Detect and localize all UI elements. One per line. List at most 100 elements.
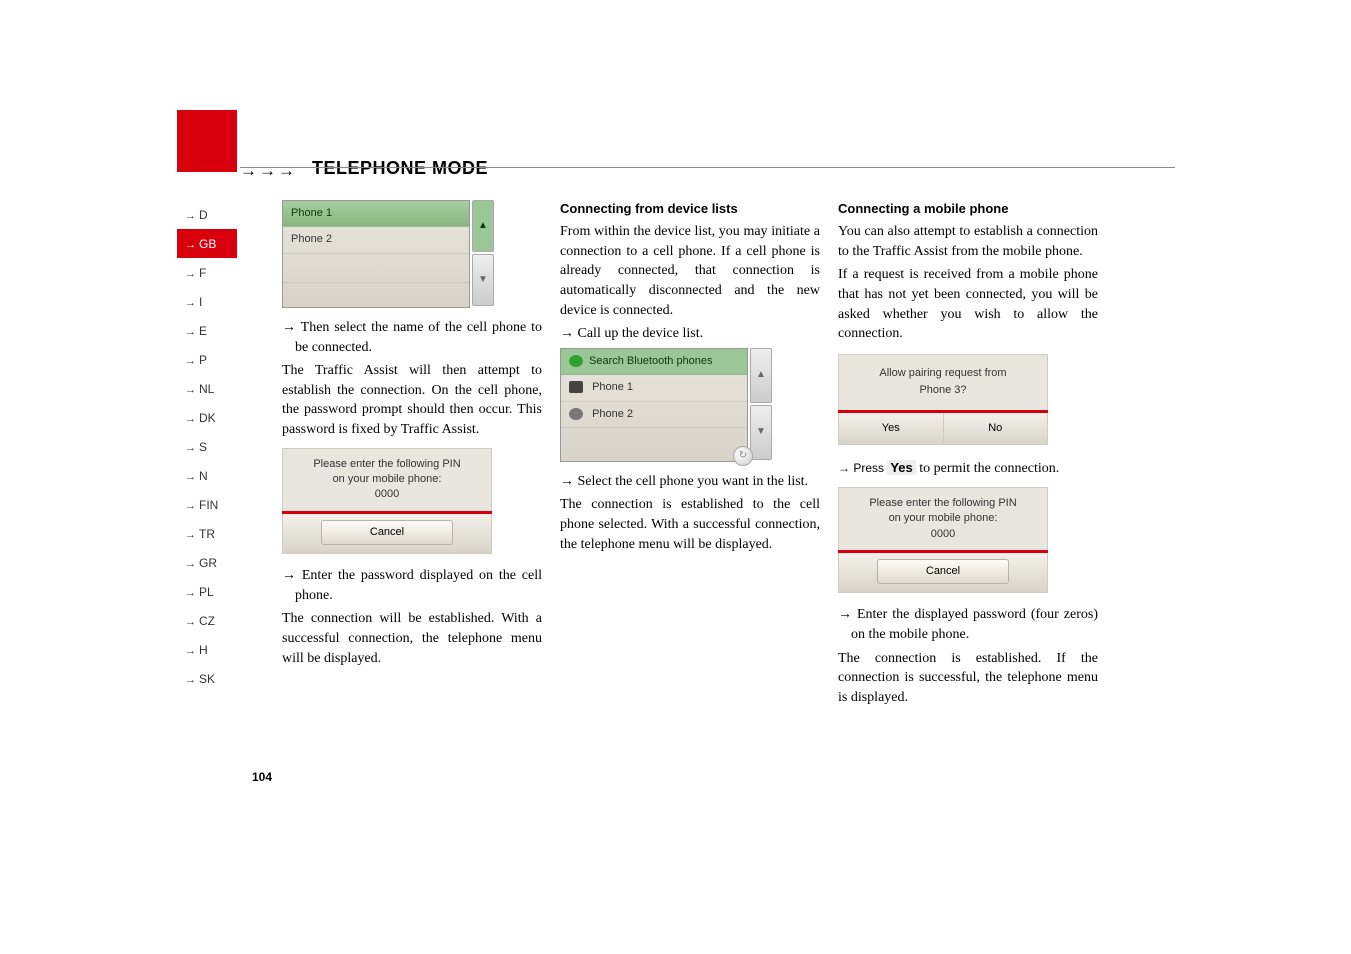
- column-1: Phone 1 Phone 2 ▲ ▼ → Then select the na…: [282, 200, 542, 672]
- dialog-text: Please enter the following PIN: [845, 496, 1041, 511]
- scroll-up-button[interactable]: ▲: [472, 200, 494, 252]
- body-text-tail: to permit the connection.: [916, 461, 1059, 476]
- dialog-text: Phone 3?: [845, 382, 1041, 400]
- sidebar-item-label: E: [199, 324, 207, 338]
- section-heading: Connecting a mobile phone: [838, 200, 1098, 218]
- language-sidebar: →D→GB→F→I→E→P→NL→DK→S→N→FIN→TR→GR→PL→CZ→…: [177, 200, 237, 693]
- sidebar-item-gb[interactable]: →GB: [177, 229, 237, 258]
- arrow-icon: →: [185, 297, 196, 309]
- yes-button[interactable]: Yes: [839, 413, 944, 444]
- sidebar-item-gr[interactable]: →GR: [177, 548, 237, 577]
- pairing-dialog: Allow pairing request from Phone 3? Yes …: [838, 354, 1048, 446]
- body-text: → Then select the name of the cell phone…: [282, 318, 542, 357]
- arrow-icon: →: [185, 355, 196, 367]
- dialog-text: on your mobile phone:: [845, 511, 1041, 526]
- body-text: → Enter the password displayed on the ce…: [282, 566, 542, 605]
- list-item-empty: [283, 283, 469, 311]
- sidebar-item-label: CZ: [199, 614, 215, 628]
- device-list-ui: Search Bluetooth phones Phone 1 Phone 2 …: [560, 348, 748, 460]
- yes-inline-label: Yes: [887, 460, 915, 475]
- section-heading: Connecting from device lists: [560, 200, 820, 218]
- step-mark: → Press: [838, 461, 887, 475]
- phone-icon: [569, 408, 583, 420]
- list-item-label: Phone 1: [592, 381, 633, 393]
- arrow-icon: →: [185, 558, 196, 570]
- phone-icon: [569, 381, 583, 393]
- sidebar-item-nl[interactable]: →NL: [177, 374, 237, 403]
- body-text: You can also attempt to establish a conn…: [838, 222, 1098, 261]
- sidebar-item-d[interactable]: →D: [177, 200, 237, 229]
- body-text: The connection is established to the cel…: [560, 495, 820, 554]
- scroll-down-button[interactable]: ▼: [750, 405, 772, 460]
- scroll-down-button[interactable]: ▼: [472, 254, 494, 306]
- list-item[interactable]: Phone 2: [561, 402, 747, 428]
- sidebar-item-label: H: [199, 643, 208, 657]
- arrow-icon: →: [185, 471, 196, 483]
- sidebar-item-pl[interactable]: →PL: [177, 577, 237, 606]
- pin-dialog: Please enter the following PIN on your m…: [838, 487, 1048, 594]
- sidebar-item-label: GR: [199, 556, 217, 570]
- sidebar-item-label: FIN: [199, 498, 218, 512]
- arrow-icon: →: [185, 500, 196, 512]
- body-text: If a request is received from a mobile p…: [838, 265, 1098, 343]
- body-text: The connection is established. If the co…: [838, 649, 1098, 708]
- no-button[interactable]: No: [944, 413, 1048, 444]
- list-item[interactable]: Phone 1: [561, 375, 747, 401]
- body-text: → Press Yes to permit the connection.: [838, 459, 1098, 479]
- cancel-button[interactable]: Cancel: [321, 520, 453, 545]
- sidebar-item-i[interactable]: →I: [177, 287, 237, 316]
- dialog-pin-code: 0000: [289, 487, 485, 502]
- page-number: 104: [252, 770, 272, 784]
- dialog-text: Please enter the following PIN: [289, 457, 485, 472]
- sidebar-item-p[interactable]: →P: [177, 345, 237, 374]
- sidebar-item-label: PL: [199, 585, 214, 599]
- sidebar-item-n[interactable]: →N: [177, 461, 237, 490]
- sidebar-item-label: GB: [199, 237, 216, 251]
- sidebar-item-label: SK: [199, 672, 215, 686]
- body-text: From within the device list, you may ini…: [560, 222, 820, 320]
- sidebar-item-label: N: [199, 469, 208, 483]
- sidebar-item-fin[interactable]: →FIN: [177, 490, 237, 519]
- body-text: → Select the cell phone you want in the …: [560, 472, 820, 492]
- sidebar-item-label: S: [199, 440, 207, 454]
- column-3: Connecting a mobile phone You can also a…: [838, 200, 1098, 711]
- body-text: The Traffic Assist will then attempt to …: [282, 361, 542, 439]
- body-text: The connection will be established. With…: [282, 609, 542, 668]
- header-red-block: [177, 110, 237, 172]
- sidebar-item-label: TR: [199, 527, 215, 541]
- pin-dialog: Please enter the following PIN on your m…: [282, 448, 492, 555]
- list-header[interactable]: Search Bluetooth phones: [561, 349, 747, 375]
- list-header-label: Search Bluetooth phones: [589, 354, 713, 369]
- sidebar-item-label: DK: [199, 411, 216, 425]
- list-item-label: Phone 2: [592, 408, 633, 420]
- sidebar-item-e[interactable]: →E: [177, 316, 237, 345]
- arrow-icon: →: [185, 413, 196, 425]
- arrow-icon: →: [185, 268, 196, 280]
- arrow-icon: →: [185, 442, 196, 454]
- scroll-up-button[interactable]: ▲: [750, 348, 772, 403]
- arrow-icon: →: [185, 587, 196, 599]
- dialog-text: Allow pairing request from: [845, 365, 1041, 383]
- dialog-pin-code: 0000: [845, 527, 1041, 542]
- sidebar-item-label: I: [199, 295, 202, 309]
- arrow-icon: →: [185, 326, 196, 338]
- arrow-icon: →: [185, 645, 196, 657]
- cancel-button[interactable]: Cancel: [877, 559, 1009, 584]
- arrow-icon: →: [185, 616, 196, 628]
- body-text: → Call up the device list.: [560, 324, 820, 344]
- sidebar-item-dk[interactable]: →DK: [177, 403, 237, 432]
- list-item[interactable]: Phone 1: [283, 201, 469, 227]
- sidebar-item-h[interactable]: →H: [177, 635, 237, 664]
- sidebar-item-sk[interactable]: →SK: [177, 664, 237, 693]
- dialog-text: on your mobile phone:: [289, 472, 485, 487]
- refresh-button[interactable]: ↻: [733, 446, 753, 466]
- sidebar-item-s[interactable]: →S: [177, 432, 237, 461]
- list-item-empty: [561, 428, 747, 452]
- arrow-icon: →: [185, 529, 196, 541]
- sidebar-item-tr[interactable]: →TR: [177, 519, 237, 548]
- sidebar-item-label: NL: [199, 382, 214, 396]
- sidebar-item-cz[interactable]: →CZ: [177, 606, 237, 635]
- list-item[interactable]: Phone 2: [283, 227, 469, 253]
- sidebar-item-f[interactable]: →F: [177, 258, 237, 287]
- header-underline: [240, 161, 1175, 168]
